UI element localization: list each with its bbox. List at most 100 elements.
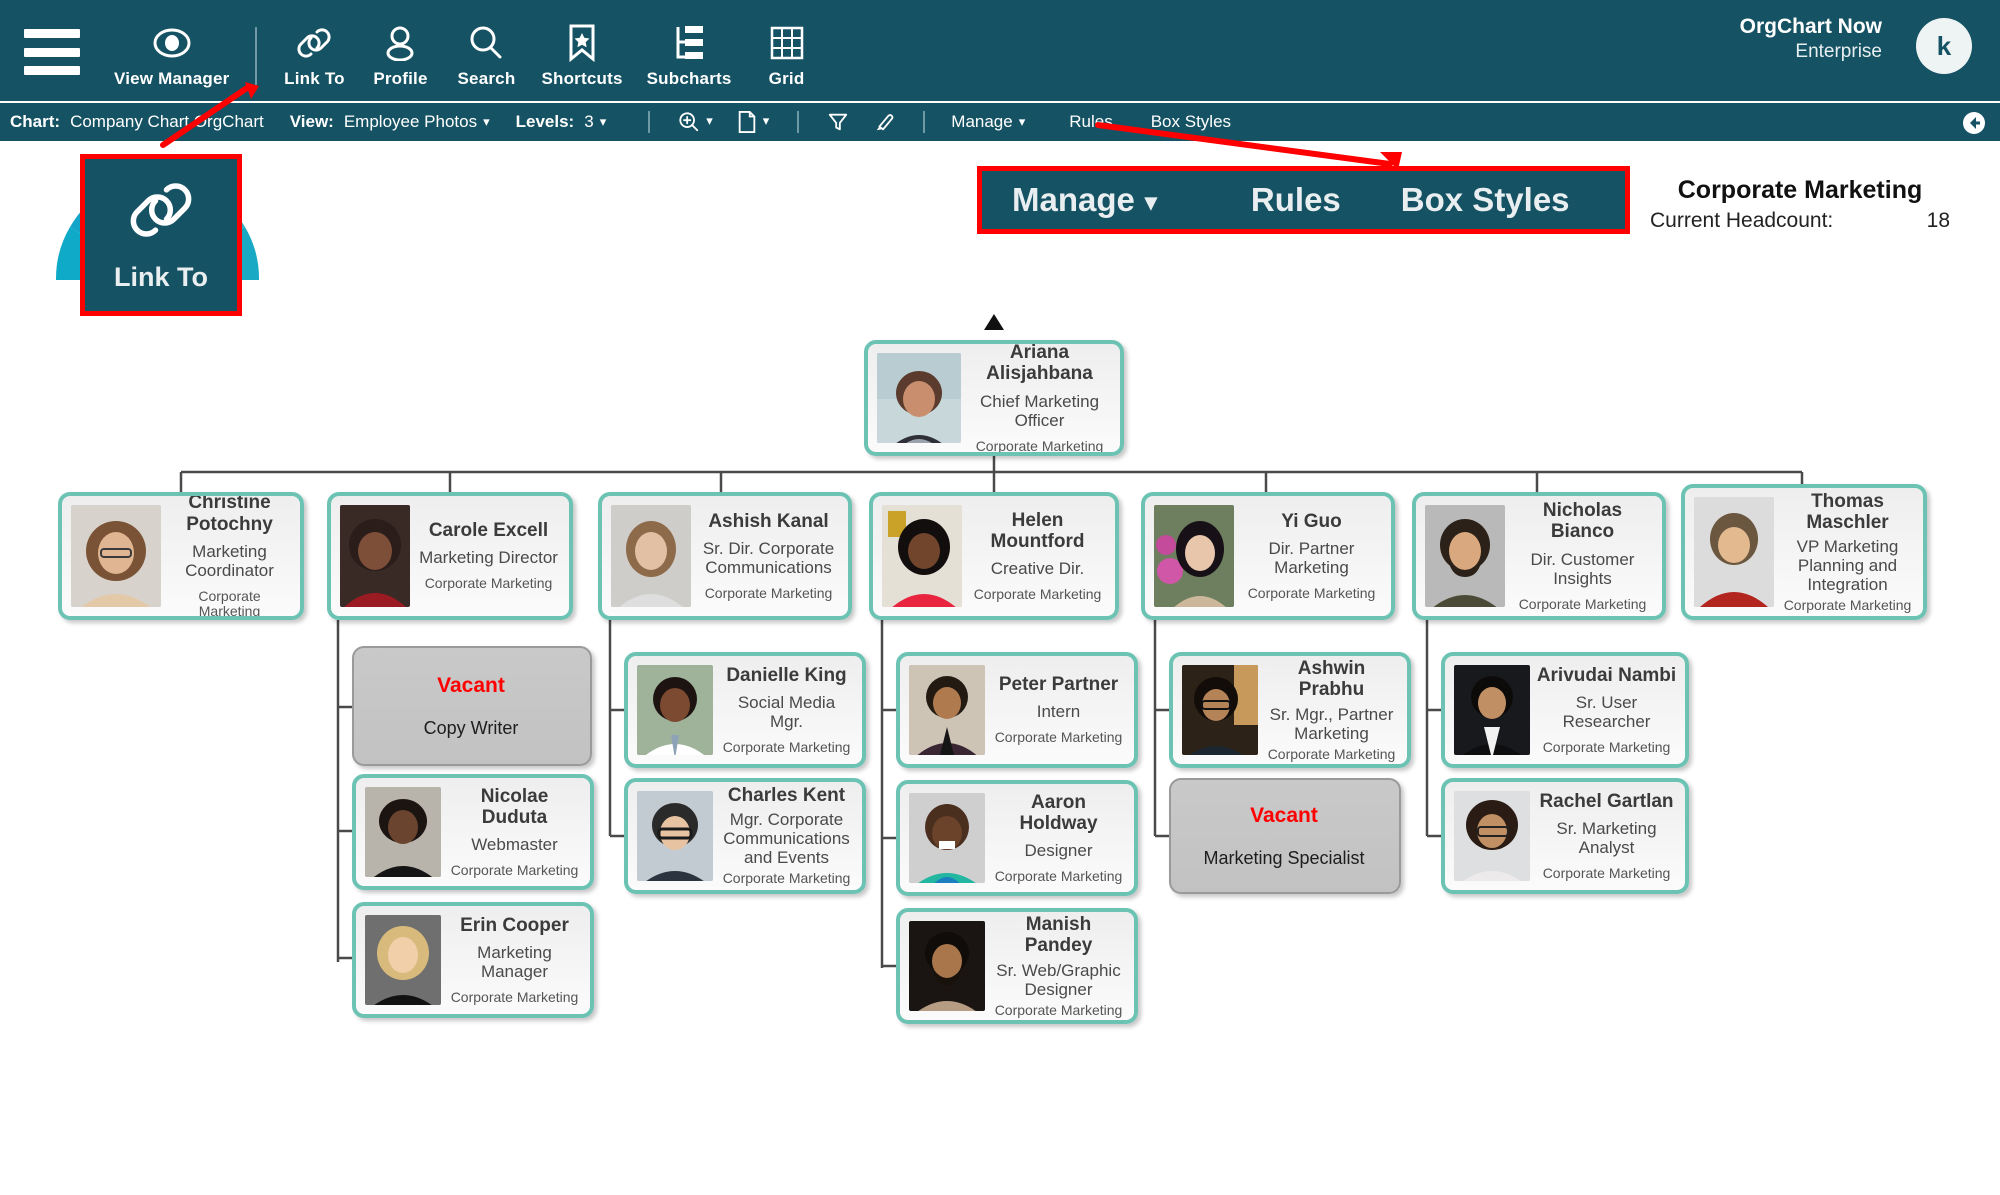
position-details: Vacant Copy Writer — [354, 648, 590, 764]
chart-options-bar: Chart: Company Chart OrgChart View: Empl… — [0, 103, 2000, 141]
employee-name: Helen Mountford — [968, 510, 1107, 553]
box-styles-button[interactable]: Box Styles — [1151, 112, 1231, 132]
nav-item-grid[interactable]: Grid — [744, 22, 830, 101]
employee-department: Corporate Marketing — [1519, 597, 1647, 612]
callout-link-to[interactable]: Link To — [80, 154, 242, 316]
employee-department: Corporate Marketing — [451, 990, 579, 1005]
zoom-in-icon[interactable]: ▾ — [678, 111, 713, 133]
view-value[interactable]: Employee Photos▾ — [344, 112, 490, 132]
employee-details: Ashish Kanal Sr. Dir. Corporate Communic… — [691, 496, 848, 616]
chart-label: Chart: — [10, 112, 60, 132]
org-node-carole-excell[interactable]: Carole Excell Marketing Director Corpora… — [327, 492, 573, 620]
org-node-vacant-marketing-specialist[interactable]: Vacant Marketing Specialist — [1169, 778, 1401, 894]
headcount-label: Current Headcount: — [1650, 209, 1833, 233]
employee-details: Nicolae Duduta Webmaster Corporate Marke… — [441, 778, 590, 886]
headcount-value: 18 — [1927, 209, 1950, 233]
top-navigation-bar: View Manager Link To Profile Search — [0, 0, 2000, 101]
page-icon[interactable]: ▾ — [737, 111, 770, 133]
org-node-rachel-gartlan[interactable]: Rachel Gartlan Sr. Marketing Analyst Cor… — [1441, 778, 1689, 894]
employee-name: Charles Kent — [728, 785, 845, 806]
employee-name: Ashish Kanal — [708, 511, 828, 532]
chevron-down-icon: ▾ — [483, 114, 490, 130]
hamburger-icon[interactable] — [24, 29, 80, 75]
employee-name: Carole Excell — [429, 520, 548, 541]
employee-department: Corporate Marketing — [723, 740, 851, 755]
arrow-left-circle-icon[interactable] — [1962, 111, 1986, 135]
nav-item-subcharts[interactable]: Subcharts — [635, 22, 744, 101]
org-node-nicholas-bianco[interactable]: Nicholas Bianco Dir. Customer Insights C… — [1412, 492, 1666, 620]
employee-title: Sr. Mgr., Partner Marketing — [1264, 705, 1399, 743]
employee-department: Corporate Marketing — [425, 576, 553, 591]
employee-details: Peter Partner Intern Corporate Marketing — [985, 656, 1134, 764]
nav-item-shortcuts[interactable]: Shortcuts — [529, 22, 634, 101]
org-node-christine-potochny[interactable]: Christine Potochny Marketing Coordinator… — [58, 492, 304, 620]
org-node-peter-partner[interactable]: Peter Partner Intern Corporate Marketing — [896, 652, 1138, 768]
org-node-helen-mountford[interactable]: Helen Mountford Creative Dir. Corporate … — [869, 492, 1119, 620]
callout-box-styles-button[interactable]: Box Styles — [1401, 181, 1570, 219]
brand-name: OrgChart Now — [1740, 14, 1882, 40]
employee-details: Charles Kent Mgr. Corporate Communicatio… — [713, 782, 862, 890]
employee-photo — [909, 793, 985, 883]
levels-value[interactable]: 3▾ — [584, 112, 606, 132]
avatar[interactable]: k — [1916, 18, 1972, 74]
employee-details: Arivudai Nambi Sr. User Researcher Corpo… — [1530, 656, 1685, 764]
employee-details: Danielle King Social Media Mgr. Corporat… — [713, 656, 862, 764]
org-node-aaron-holdway[interactable]: Aaron Holdway Designer Corporate Marketi… — [896, 780, 1138, 896]
org-node-manish-pandey[interactable]: Manish Pandey Sr. Web/Graphic Designer C… — [896, 908, 1138, 1024]
employee-department: Corporate Marketing — [1784, 598, 1912, 613]
org-node-nicolae-duduta[interactable]: Nicolae Duduta Webmaster Corporate Marke… — [352, 774, 594, 890]
rules-button[interactable]: Rules — [1069, 112, 1112, 132]
eye-icon — [152, 22, 192, 64]
org-node-root[interactable]: Ariana Alisjahbana Chief Marketing Offic… — [864, 340, 1124, 456]
chart-value[interactable]: Company Chart OrgChart — [70, 112, 264, 132]
employee-photo — [71, 505, 161, 607]
employee-department: Corporate Marketing — [974, 587, 1102, 602]
nav-item-profile[interactable]: Profile — [357, 22, 443, 101]
view-label: View: — [290, 112, 334, 132]
employee-details: Ariana Alisjahbana Chief Marketing Offic… — [961, 344, 1120, 452]
grid-icon — [770, 22, 804, 64]
chevron-down-icon: ▾ — [706, 113, 713, 129]
org-node-thomas-maschler[interactable]: Thomas Maschler VP Marketing Planning an… — [1681, 484, 1927, 620]
employee-details: Manish Pandey Sr. Web/Graphic Designer C… — [985, 912, 1134, 1020]
highlighter-icon[interactable] — [873, 111, 895, 133]
employee-title: Dir. Customer Insights — [1511, 550, 1654, 588]
employee-title: Social Media Mgr. — [719, 693, 854, 731]
employee-department: Corporate Marketing — [705, 586, 833, 601]
nav-divider — [255, 27, 257, 85]
search-icon — [468, 22, 504, 64]
employee-photo — [1694, 497, 1774, 607]
employee-department: Corporate Marketing — [1543, 740, 1671, 755]
chevron-down-icon: ▾ — [1145, 188, 1157, 217]
org-node-vacant-copy-writer[interactable]: Vacant Copy Writer — [352, 646, 592, 766]
employee-details: Christine Potochny Marketing Coordinator… — [161, 496, 300, 616]
org-node-erin-cooper[interactable]: Erin Cooper Marketing Manager Corporate … — [352, 902, 594, 1018]
org-node-arivudai-nambi[interactable]: Arivudai Nambi Sr. User Researcher Corpo… — [1441, 652, 1689, 768]
org-node-ashwin-prabhu[interactable]: Ashwin Prabhu Sr. Mgr., Partner Marketin… — [1169, 652, 1411, 768]
manage-menu[interactable]: Manage▾ — [951, 112, 1025, 132]
callout-manage-button[interactable]: Manage▾ — [1012, 181, 1157, 219]
funnel-icon[interactable] — [827, 111, 849, 133]
employee-department: Corporate Marketing — [451, 863, 579, 878]
org-node-charles-kent[interactable]: Charles Kent Mgr. Corporate Communicatio… — [624, 778, 866, 894]
employee-title: Webmaster — [471, 835, 558, 854]
employee-department: Corporate Marketing — [167, 589, 292, 620]
org-node-danielle-king[interactable]: Danielle King Social Media Mgr. Corporat… — [624, 652, 866, 768]
headcount-title: Corporate Marketing — [1650, 176, 1950, 205]
nav-item-view-manager[interactable]: View Manager — [102, 22, 241, 101]
employee-department: Corporate Marketing — [995, 869, 1123, 884]
employee-title: Sr. Marketing Analyst — [1536, 819, 1677, 857]
nav-label-view-manager: View Manager — [114, 69, 229, 89]
nav-item-search[interactable]: Search — [443, 22, 529, 101]
callout-rules-button[interactable]: Rules — [1251, 181, 1341, 219]
link-icon — [126, 177, 196, 248]
org-node-ashish-kanal[interactable]: Ashish Kanal Sr. Dir. Corporate Communic… — [598, 492, 852, 620]
org-node-yi-guo[interactable]: Yi Guo Dir. Partner Marketing Corporate … — [1141, 492, 1395, 620]
employee-department: Corporate Marketing — [1543, 866, 1671, 881]
employee-name: Aaron Holdway — [991, 792, 1126, 835]
employee-details: Helen Mountford Creative Dir. Corporate … — [962, 496, 1115, 616]
employee-name: Danielle King — [726, 665, 846, 686]
employee-name: Yi Guo — [1281, 511, 1342, 532]
chevron-down-icon: ▾ — [1019, 114, 1026, 130]
nav-item-link-to[interactable]: Link To — [271, 22, 357, 101]
